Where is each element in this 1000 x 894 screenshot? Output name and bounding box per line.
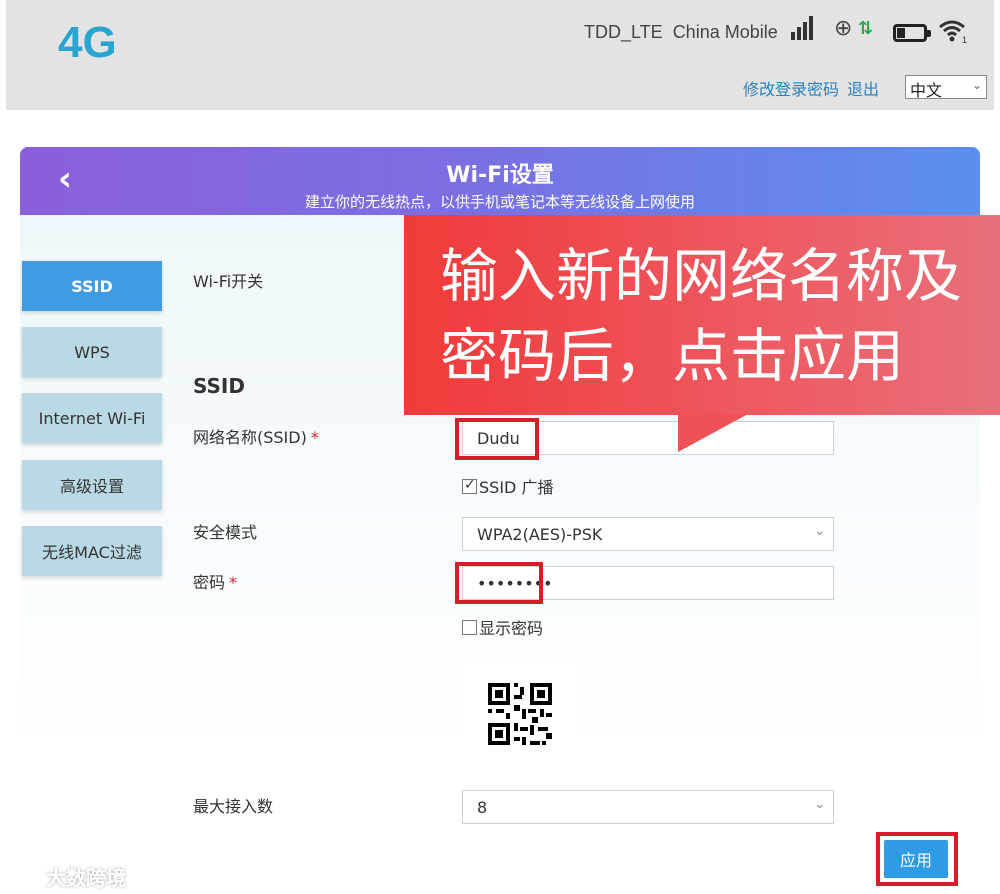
wifi-status-icon: 1 xyxy=(939,20,967,44)
sidebar-item-label: WPS xyxy=(74,342,110,362)
show-password-label: 显示密码 xyxy=(479,619,544,638)
highlight-apply xyxy=(876,832,958,886)
security-mode-label: 安全模式 xyxy=(193,523,258,542)
sidebar-item-label: Internet Wi-Fi xyxy=(38,408,146,428)
sidebar-item-advanced[interactable]: 高级设置 xyxy=(22,460,162,510)
ssid-broadcast-checkbox[interactable]: SSID 广播 xyxy=(462,474,553,498)
max-clients-select[interactable]: 8 ⌄ xyxy=(462,790,834,824)
sidebar-item-wps[interactable]: WPS xyxy=(22,327,162,377)
network-type: TDD_LTE xyxy=(584,22,663,42)
sidebar-item-mac-filter[interactable]: 无线MAC过滤 xyxy=(22,526,162,576)
watermark-logo-icon xyxy=(10,867,40,886)
watermark: 大数跨境 xyxy=(10,862,126,891)
section-title: SSID xyxy=(193,374,245,398)
max-clients-value: 8 xyxy=(477,798,488,817)
password-label-text: 密码 xyxy=(193,573,226,592)
sidebar-item-label: 高级设置 xyxy=(59,477,124,496)
chevron-down-icon: ⌄ xyxy=(814,797,825,812)
globe-icon: ⊕ xyxy=(834,16,853,41)
show-password-checkbox[interactable]: 显示密码 xyxy=(462,615,543,639)
checkbox-unchecked-icon[interactable] xyxy=(462,619,477,635)
battery-icon xyxy=(893,24,931,42)
chevron-down-icon: ⌄ xyxy=(971,78,982,92)
security-mode-select[interactable]: WPA2(AES)-PSK ⌄ xyxy=(462,517,834,551)
network-status: TDD_LTE China Mobile xyxy=(584,22,788,43)
language-select[interactable]: 中文 ⌄ xyxy=(905,75,987,100)
change-password-link[interactable]: 修改登录密码 xyxy=(743,80,839,99)
language-value: 中文 xyxy=(910,81,943,100)
carrier-name: China Mobile xyxy=(672,22,778,42)
sidebar-item-label: 无线MAC过滤 xyxy=(42,543,142,562)
logout-link[interactable]: 退出 xyxy=(847,80,879,99)
qr-code-icon xyxy=(462,658,578,770)
logo-4g: 4G xyxy=(58,18,117,67)
page-title: Wi-Fi设置 xyxy=(446,163,554,188)
ssid-label-text: 网络名称(SSID) xyxy=(193,428,307,447)
page-header-banner: ‹ Wi-Fi设置 建立你的无线热点，以供手机或笔记本等无线设备上网使用 xyxy=(20,147,980,215)
ssid-label: 网络名称(SSID) * xyxy=(193,424,319,448)
top-bar: 4G TDD_LTE China Mobile ⊕ ⇅ 1 修改登录密码 退出 中文… xyxy=(6,0,994,110)
sidebar-item-ssid[interactable]: SSID xyxy=(22,261,162,311)
header-links: 修改登录密码 退出 xyxy=(743,76,887,100)
data-transfer-icon: ⇅ xyxy=(858,18,874,39)
page-subtitle: 建立你的无线热点，以供手机或笔记本等无线设备上网使用 xyxy=(304,193,695,211)
highlight-ssid xyxy=(455,418,539,460)
sidebar-item-internet-wifi[interactable]: Internet Wi-Fi xyxy=(22,393,162,443)
security-mode-value: WPA2(AES)-PSK xyxy=(477,525,603,544)
callout-tail xyxy=(678,414,748,452)
chevron-down-icon: ⌄ xyxy=(814,524,825,539)
required-mark: * xyxy=(229,573,238,592)
wifi-client-count: 1 xyxy=(962,35,967,44)
callout-text: 输入新的网络名称及密码后，点击应用 xyxy=(440,242,963,390)
max-clients-label: 最大接入数 xyxy=(193,797,274,816)
signal-strength-icon xyxy=(791,16,817,40)
highlight-password xyxy=(455,562,543,604)
watermark-text: 大数跨境 xyxy=(46,866,126,890)
wifi-switch-label: Wi-Fi开关 xyxy=(193,272,264,291)
required-mark: * xyxy=(310,428,319,447)
checkbox-checked-icon[interactable] xyxy=(462,477,477,494)
ssid-broadcast-label: SSID 广播 xyxy=(479,478,554,497)
sidebar-item-label: SSID xyxy=(71,276,113,296)
password-label: 密码 * xyxy=(193,569,237,593)
